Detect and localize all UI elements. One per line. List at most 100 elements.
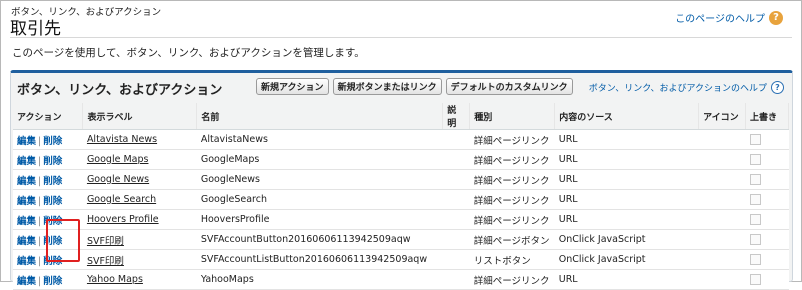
row-description-cell — [442, 269, 470, 290]
panel-title: ボタン、リンク、およびアクション — [17, 83, 223, 98]
override-checkbox — [749, 194, 761, 205]
delete-link[interactable]: 削除 — [43, 136, 62, 147]
row-name-cell: GoogleSearch — [196, 189, 443, 210]
row-description-cell — [442, 249, 470, 270]
row-description-cell — [442, 149, 470, 170]
row-icon-cell — [698, 189, 746, 210]
delete-link[interactable]: 削除 — [43, 176, 62, 187]
column-header-name[interactable]: 名前 — [196, 103, 444, 130]
row-label-cell: Google News — [82, 169, 197, 190]
row-type-cell: リストボタン — [469, 249, 555, 270]
row-name-cell: AltavistaNews — [196, 129, 443, 150]
row-override-cell — [745, 249, 789, 270]
panel-header: ボタン、リンク、およびアクション 新規アクション 新規ボタンまたはリンク デフォ… — [11, 73, 792, 101]
new-button-or-link-button[interactable]: 新規ボタンまたはリンク — [332, 78, 442, 95]
header-divider — [10, 37, 792, 38]
override-checkbox — [749, 214, 761, 225]
row-label-link[interactable]: Google Search — [87, 194, 156, 205]
table-row: 編集 | 削除 Google News GoogleNews 詳細ページリンク URL — [13, 169, 789, 190]
question-circle-icon[interactable]: ? — [771, 81, 784, 94]
row-description-cell — [442, 189, 470, 210]
row-actions-cell: 編集 | 削除 — [13, 169, 83, 190]
table-row: 編集 | 削除 Yahoo Maps YahooMaps 詳細ページリンク URL — [13, 269, 789, 290]
row-label-cell: Google Maps — [82, 149, 197, 170]
override-checkbox — [749, 174, 761, 185]
page-description: このページを使用して、ボタン、リンク、およびアクションを管理します。 — [12, 47, 365, 59]
page-help-link[interactable]: このページのヘルプ ? — [675, 10, 783, 25]
column-header-description[interactable]: 説明 — [442, 103, 471, 130]
row-override-cell — [745, 169, 789, 190]
row-source-cell: URL — [554, 189, 699, 210]
override-checkbox — [749, 254, 761, 265]
edit-link[interactable]: 編集 — [17, 256, 36, 267]
column-header-content-source[interactable]: 内容のソース — [554, 103, 700, 130]
row-type-cell: 詳細ページリンク — [469, 129, 555, 150]
edit-link[interactable]: 編集 — [17, 136, 36, 147]
row-source-cell: URL — [554, 169, 699, 190]
row-icon-cell — [698, 129, 746, 150]
row-description-cell — [442, 229, 470, 250]
row-name-cell: YahooMaps — [196, 269, 443, 290]
column-header-icon[interactable]: アイコン — [698, 103, 746, 130]
table-row: 編集 | 削除 Altavista News AltavistaNews 詳細ページリンク… — [13, 129, 789, 150]
panel-help-label[interactable]: ボタン、リンク、およびアクションのヘルプ — [589, 81, 767, 94]
row-label-cell: Altavista News — [82, 129, 197, 150]
row-override-cell — [745, 269, 789, 290]
row-actions-cell: 編集 | 削除 — [13, 269, 83, 290]
row-label-link[interactable]: Hoovers Profile — [87, 214, 159, 225]
panel-help-link[interactable]: ボタン、リンク、およびアクションのヘルプ ? — [589, 81, 784, 94]
row-label-link[interactable]: Google Maps — [87, 154, 149, 165]
row-actions-cell: 編集 | 削除 — [13, 249, 83, 270]
table-row: 編集 | 削除 Google Search GoogleSearch 詳細ページリンク UR… — [13, 189, 789, 210]
edit-link[interactable]: 編集 — [17, 236, 36, 247]
default-custom-links-button[interactable]: デフォルトのカスタムリンク — [445, 78, 573, 95]
row-type-cell: 詳細ページリンク — [469, 169, 555, 190]
row-label-cell: SVF印刷 — [82, 249, 197, 270]
row-name-cell: SVFAccountListButton20160606113942509aqw — [196, 249, 443, 270]
edit-link[interactable]: 編集 — [17, 196, 36, 207]
row-source-cell: URL — [554, 269, 699, 290]
row-name-cell: GoogleNews — [196, 169, 443, 190]
row-label-link[interactable]: SVF印刷 — [87, 256, 124, 267]
page-help-label[interactable]: このページのヘルプ — [675, 10, 765, 25]
delete-link[interactable]: 削除 — [43, 276, 62, 287]
row-icon-cell — [698, 269, 746, 290]
row-label-cell: Hoovers Profile — [82, 209, 197, 230]
column-header-type[interactable]: 種別 — [469, 103, 556, 130]
row-source-cell: URL — [554, 149, 699, 170]
delete-link[interactable]: 削除 — [43, 256, 62, 267]
page-frame: ボタン、リンク、およびアクション 取引先 このページのヘルプ ? このページを使… — [0, 0, 802, 290]
table-row: 編集 | 削除 Google Maps GoogleMaps 詳細ページリンク URL — [13, 149, 789, 170]
row-icon-cell — [698, 149, 746, 170]
edit-link[interactable]: 編集 — [17, 156, 36, 167]
panel-button-group: 新規アクション 新規ボタンまたはリンク デフォルトのカスタムリンク — [256, 78, 573, 95]
row-label-link[interactable]: Google News — [87, 174, 149, 185]
edit-link[interactable]: 編集 — [17, 216, 36, 227]
column-header-override[interactable]: 上書き — [745, 103, 789, 130]
row-source-cell: URL — [554, 129, 699, 150]
row-label-link[interactable]: SVF印刷 — [87, 236, 124, 247]
row-icon-cell — [698, 209, 746, 230]
new-action-button[interactable]: 新規アクション — [256, 78, 329, 95]
row-description-cell — [442, 209, 470, 230]
table-row: 編集 | 削除 SVF印刷 SVFAccountButton20160606113942… — [13, 229, 789, 250]
delete-link[interactable]: 削除 — [43, 196, 62, 207]
override-checkbox — [749, 154, 761, 165]
edit-link[interactable]: 編集 — [17, 276, 36, 287]
row-icon-cell — [698, 229, 746, 250]
delete-link[interactable]: 削除 — [43, 156, 62, 167]
row-override-cell — [745, 209, 789, 230]
row-label-link[interactable]: Yahoo Maps — [87, 274, 143, 285]
row-type-cell: 詳細ページリンク — [469, 189, 555, 210]
override-checkbox — [749, 234, 761, 245]
question-circle-icon[interactable]: ? — [769, 10, 783, 25]
edit-link[interactable]: 編集 — [17, 176, 36, 187]
delete-link[interactable]: 削除 — [43, 236, 62, 247]
delete-link[interactable]: 削除 — [43, 216, 62, 227]
row-override-cell — [745, 129, 789, 150]
row-label-link[interactable]: Altavista News — [87, 134, 157, 145]
row-type-cell: 詳細ページリンク — [469, 269, 555, 290]
column-header-label[interactable]: 表示ラベル — [82, 103, 198, 130]
row-source-cell: URL — [554, 209, 699, 230]
page-title: 取引先 — [10, 19, 61, 39]
